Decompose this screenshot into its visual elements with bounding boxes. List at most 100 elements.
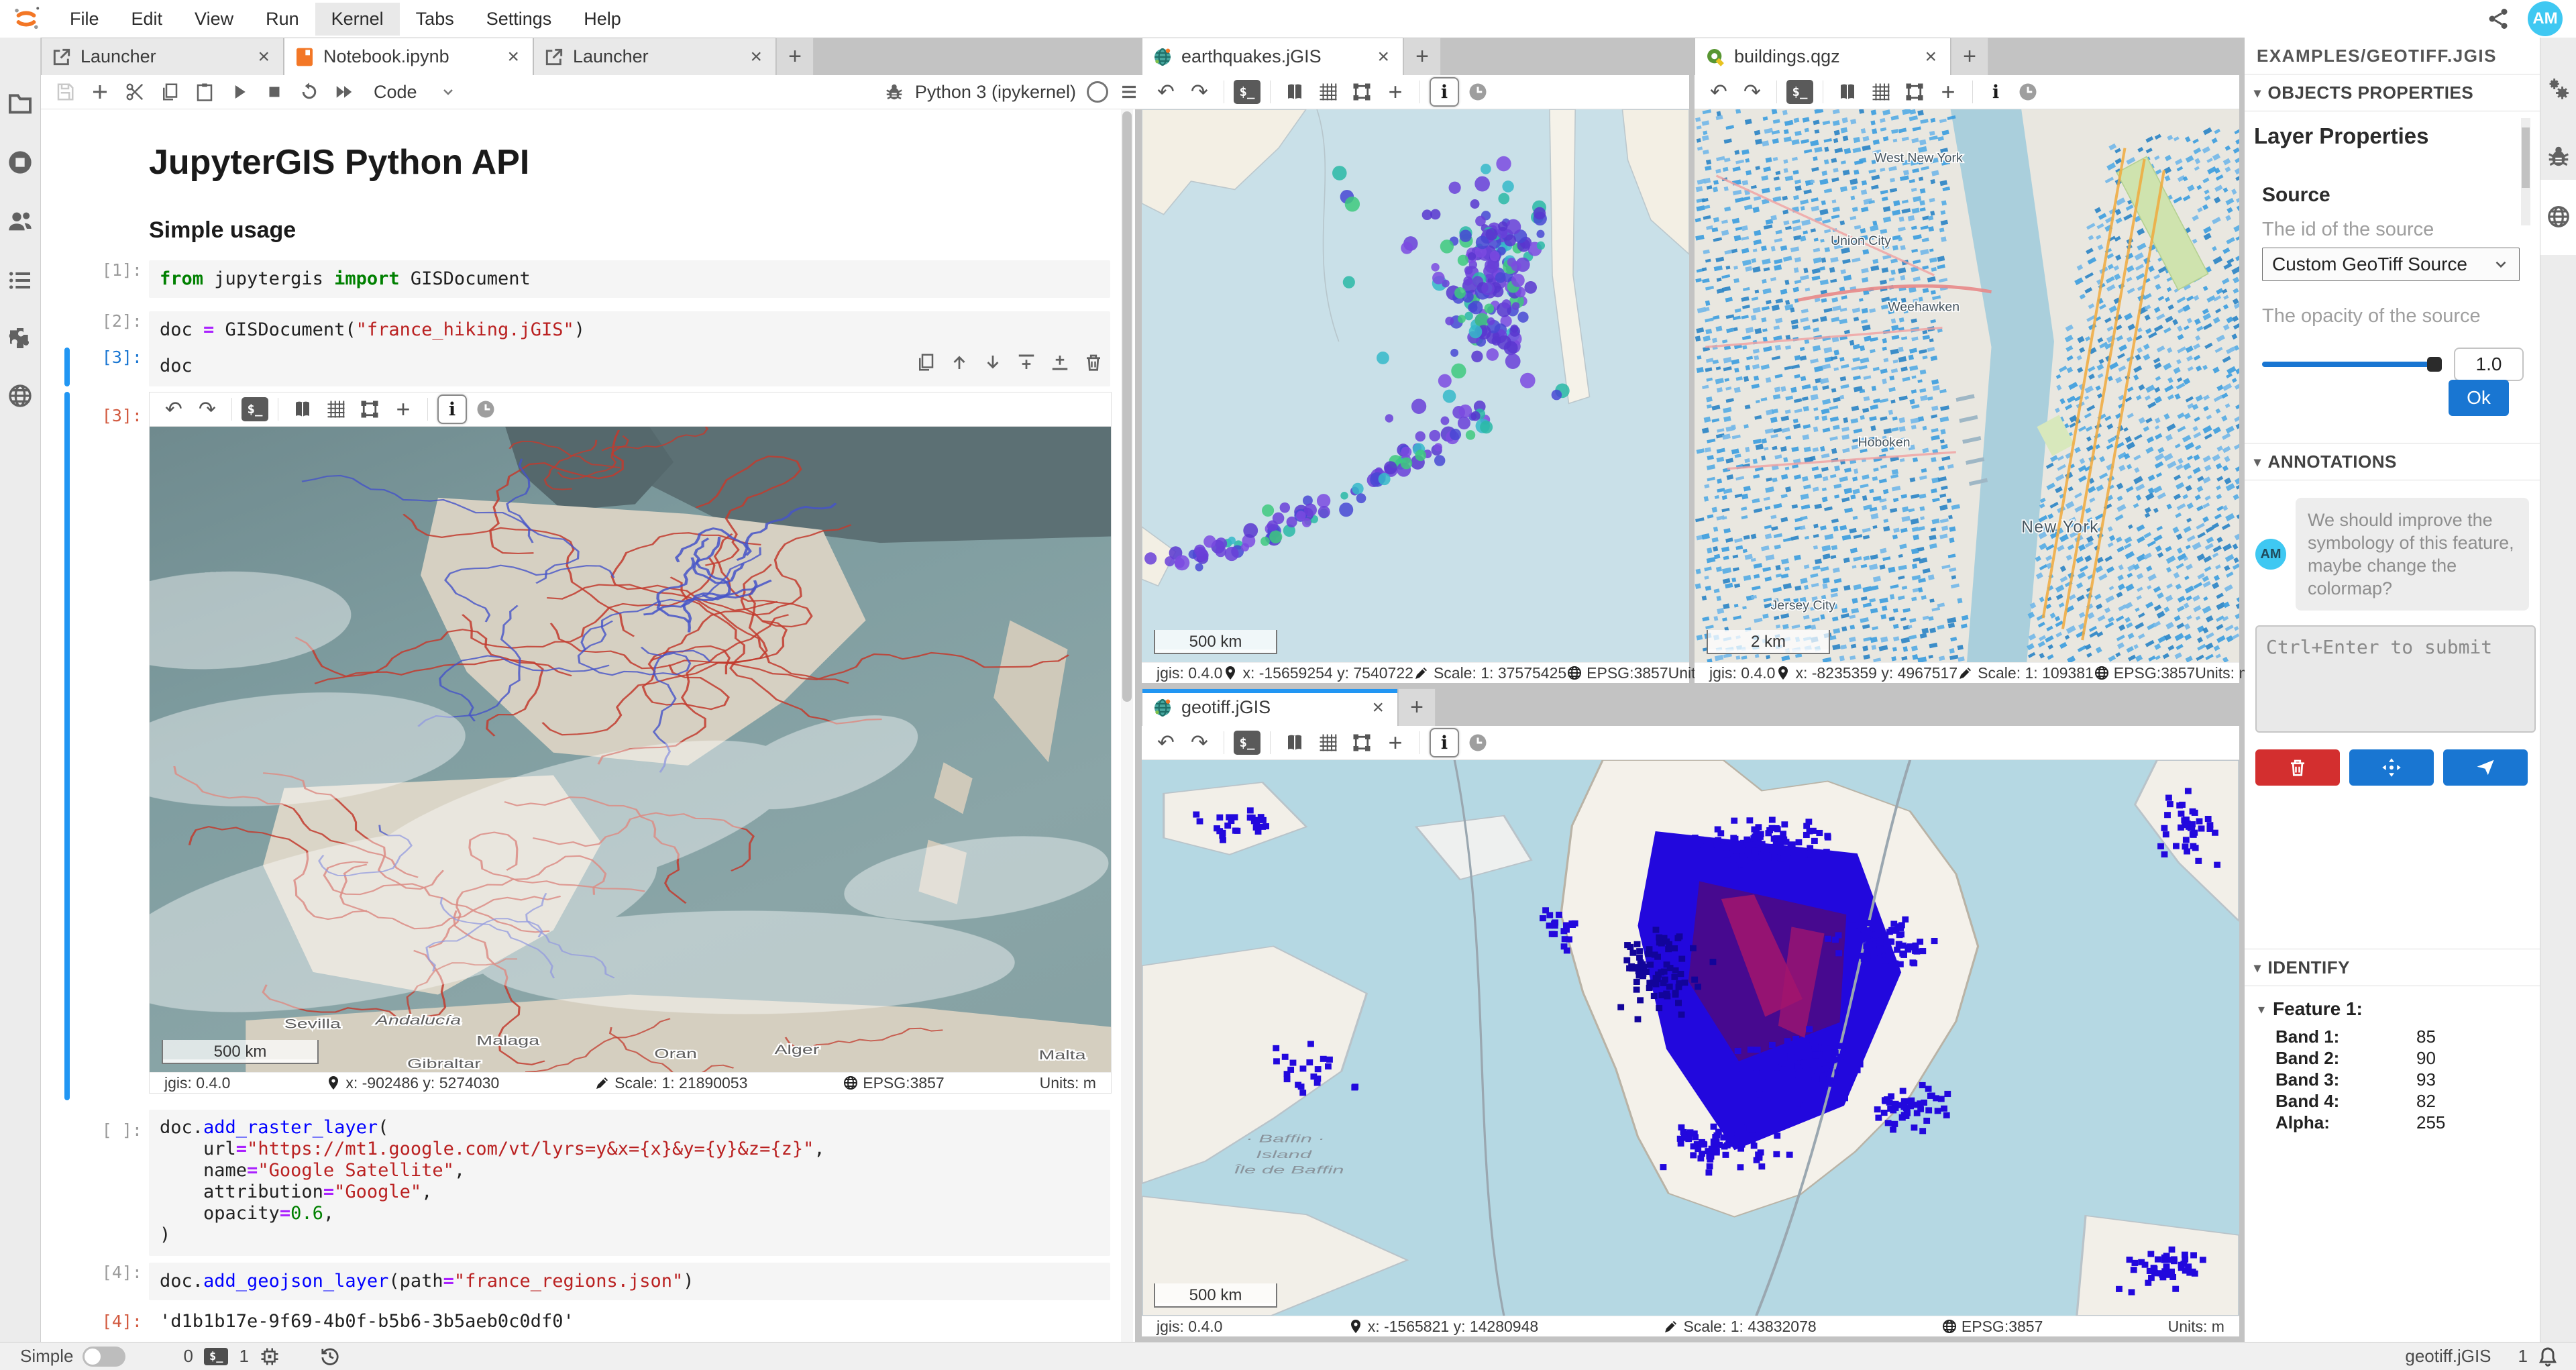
gis-tools-icon[interactable] bbox=[2546, 204, 2571, 229]
notebook-scrollbar[interactable] bbox=[1121, 109, 1133, 1342]
geometry-button[interactable] bbox=[1347, 729, 1377, 756]
insert-cell-above-icon[interactable] bbox=[1016, 352, 1036, 372]
geotiff-map[interactable]: · Baffin ·IslandÎle de Baffin 500 km bbox=[1142, 760, 2239, 1316]
new-tab-button[interactable]: + bbox=[1403, 38, 1441, 75]
tab-close-icon[interactable]: × bbox=[255, 46, 272, 68]
cell-type-select[interactable]: Code bbox=[374, 82, 417, 103]
console-button[interactable]: $_ bbox=[1234, 731, 1260, 755]
horizontal-splitter[interactable] bbox=[1142, 683, 2239, 688]
grid-button[interactable] bbox=[321, 396, 351, 423]
delete-annotation-button[interactable] bbox=[2255, 749, 2340, 786]
center-annotation-button[interactable] bbox=[2349, 749, 2434, 786]
annotations-section[interactable]: ▾ ANNOTATIONS bbox=[2245, 443, 2540, 480]
undo-button[interactable]: ↶ bbox=[1151, 78, 1181, 105]
france-map[interactable]: SevillaAndalucíaMalagaGibraltarOranAlger… bbox=[150, 427, 1111, 1072]
geometry-button[interactable] bbox=[1347, 78, 1377, 105]
file-browser-icon[interactable] bbox=[7, 90, 34, 117]
code-editor[interactable]: from jupytergis import GISDocument bbox=[149, 260, 1110, 297]
menu-view[interactable]: View bbox=[178, 3, 250, 36]
new-tab-button[interactable]: + bbox=[1398, 688, 1436, 726]
debugger-icon[interactable] bbox=[2546, 144, 2571, 169]
opacity-slider[interactable] bbox=[2262, 362, 2439, 367]
identify-button[interactable]: i bbox=[437, 394, 467, 424]
chevron-down-icon[interactable] bbox=[440, 84, 456, 100]
insert-cell-below-icon[interactable] bbox=[1050, 352, 1070, 372]
grid-button[interactable] bbox=[1866, 78, 1896, 105]
tab-launcher-1[interactable]: Launcher × bbox=[41, 38, 284, 75]
identify-section[interactable]: ▾ IDENTIFY bbox=[2245, 949, 2549, 986]
table-of-contents-icon[interactable] bbox=[7, 267, 34, 294]
extensions-icon[interactable] bbox=[7, 325, 34, 352]
objects-properties-section[interactable]: ▾ OBJECTS PROPERTIES bbox=[2245, 74, 2540, 111]
code-cell[interactable]: from jupytergis import GISDocument bbox=[149, 260, 1110, 298]
collaborators-icon[interactable] bbox=[7, 208, 34, 235]
code-editor[interactable]: doc = GISDocument("france_hiking.jGIS") bbox=[149, 311, 1110, 348]
panel-splitter[interactable] bbox=[1689, 38, 1695, 683]
save-button[interactable] bbox=[50, 78, 80, 105]
slider-handle[interactable] bbox=[2427, 357, 2442, 372]
add-layer-button[interactable]: + bbox=[1381, 78, 1410, 105]
basemap-button[interactable] bbox=[288, 396, 317, 423]
copy-cell-button[interactable] bbox=[155, 78, 184, 105]
new-tab-button[interactable]: + bbox=[1951, 38, 1988, 75]
menu-help[interactable]: Help bbox=[568, 3, 637, 36]
annotation-input[interactable] bbox=[2255, 625, 2536, 733]
temporal-button[interactable] bbox=[471, 396, 500, 423]
panel-scrollbar[interactable] bbox=[2521, 118, 2530, 225]
console-button[interactable]: $_ bbox=[1234, 80, 1260, 104]
geometry-button[interactable] bbox=[1900, 78, 1929, 105]
redo-button[interactable]: ↷ bbox=[193, 396, 222, 423]
add-layer-button[interactable]: + bbox=[1381, 729, 1410, 756]
source-select[interactable]: Custom GeoTiff Source bbox=[2262, 248, 2520, 281]
earthquakes-map[interactable]: 500 km bbox=[1142, 109, 1689, 662]
menu-run[interactable]: Run bbox=[250, 3, 315, 36]
buildings-map[interactable]: West New YorkUnion CityWeehawkenHobokenJ… bbox=[1695, 109, 2239, 662]
console-button[interactable]: $_ bbox=[241, 397, 268, 421]
redo-button[interactable]: ↷ bbox=[1737, 78, 1767, 105]
code-editor[interactable]: doc.add_raster_layer( url="https://mt1.g… bbox=[149, 1110, 1110, 1253]
tab-close-icon[interactable]: × bbox=[1922, 46, 1939, 68]
tab-launcher-2[interactable]: Launcher × bbox=[533, 38, 776, 75]
tab-close-icon[interactable]: × bbox=[747, 46, 765, 68]
undo-button[interactable]: ↶ bbox=[1704, 78, 1733, 105]
kernels-count[interactable]: 1 bbox=[239, 1346, 248, 1367]
tab-buildings[interactable]: buildings.qgz × bbox=[1695, 38, 1951, 75]
code-editor[interactable]: doc.add_geojson_layer(path="france_regio… bbox=[149, 1263, 1110, 1300]
tab-geotiff[interactable]: geotiff.jGIS × bbox=[1142, 688, 1398, 726]
redo-button[interactable]: ↷ bbox=[1185, 78, 1214, 105]
collapse-caret-icon[interactable]: ▾ bbox=[2258, 1001, 2265, 1018]
user-avatar[interactable]: AM bbox=[2528, 1, 2563, 36]
opacity-value[interactable]: 1.0 bbox=[2454, 348, 2524, 381]
identify-button[interactable]: i bbox=[1982, 78, 2009, 105]
tab-close-icon[interactable]: × bbox=[1375, 46, 1392, 68]
identify-button[interactable]: i bbox=[1430, 77, 1459, 107]
code-cell[interactable]: doc bbox=[149, 348, 1110, 386]
delete-cell-icon[interactable] bbox=[1083, 352, 1104, 372]
temporal-button[interactable] bbox=[1463, 729, 1493, 756]
tab-earthquakes[interactable]: earthquakes.jGIS × bbox=[1142, 38, 1403, 75]
undo-button[interactable]: ↶ bbox=[159, 396, 189, 423]
basemap-button[interactable] bbox=[1280, 729, 1309, 756]
move-cell-down-icon[interactable] bbox=[983, 352, 1003, 372]
running-kernels-icon[interactable] bbox=[7, 149, 34, 176]
submit-annotation-button[interactable] bbox=[2443, 749, 2528, 786]
tab-notebook[interactable]: Notebook.ipynb × bbox=[284, 38, 533, 75]
redo-button[interactable]: ↷ bbox=[1185, 729, 1214, 756]
tab-close-icon[interactable]: × bbox=[504, 46, 522, 68]
temporal-button[interactable] bbox=[1463, 78, 1493, 105]
add-cell-button[interactable] bbox=[85, 78, 115, 105]
code-cell[interactable]: doc.add_geojson_layer(path="france_regio… bbox=[149, 1263, 1110, 1300]
run-cell-button[interactable] bbox=[225, 78, 254, 105]
identify-button[interactable]: i bbox=[1430, 728, 1459, 757]
simple-mode-toggle[interactable] bbox=[83, 1347, 125, 1367]
menu-kernel[interactable]: Kernel bbox=[315, 3, 400, 36]
grid-button[interactable] bbox=[1313, 78, 1343, 105]
add-layer-button[interactable]: + bbox=[1933, 78, 1963, 105]
console-button[interactable]: $_ bbox=[1786, 80, 1813, 104]
add-layer-button[interactable]: + bbox=[388, 396, 418, 423]
temporal-button[interactable] bbox=[2013, 78, 2043, 105]
gis-panel-icon[interactable] bbox=[7, 382, 34, 409]
grid-button[interactable] bbox=[1313, 729, 1343, 756]
restart-run-all-button[interactable] bbox=[329, 78, 359, 105]
property-inspector-icon[interactable] bbox=[2546, 76, 2571, 102]
